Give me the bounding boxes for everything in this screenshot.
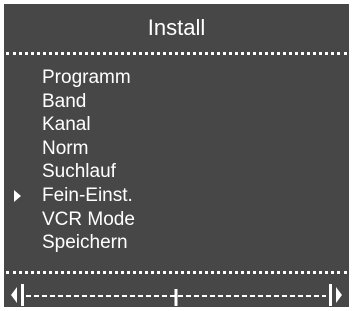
selection-cursor-icon (14, 189, 21, 202)
slider-thumb[interactable] (174, 289, 178, 306)
menu-item-suchlauf[interactable]: Suchlauf (4, 160, 349, 184)
install-menu-panel: Install Programm Band Kanal Norm Suchlau… (0, 0, 353, 311)
menu-item-label: Fein-Einst. (42, 184, 133, 206)
menu-item-vcr-mode[interactable]: VCR Mode (4, 208, 349, 232)
menu-item-label: VCR Mode (42, 208, 135, 230)
menu-item-kanal[interactable]: Kanal (4, 113, 349, 137)
arrow-left-icon[interactable] (11, 287, 17, 303)
menu-item-norm[interactable]: Norm (4, 137, 349, 161)
title-bar: Install (4, 4, 349, 52)
menu-item-label: Kanal (42, 114, 91, 136)
menu-item-label: Speichern (42, 232, 128, 254)
top-divider (6, 52, 347, 55)
fine-tuning-slider[interactable] (4, 280, 349, 310)
slider-left-stop (21, 284, 24, 306)
install-menu-list: Programm Band Kanal Norm Suchlauf Fein-E… (4, 66, 349, 255)
menu-item-label: Band (42, 90, 87, 112)
menu-title: Install (147, 15, 206, 40)
bottom-divider (6, 271, 347, 274)
menu-item-band[interactable]: Band (4, 90, 349, 114)
menu-item-label: Norm (42, 137, 89, 159)
slider-right-stop (329, 284, 332, 306)
menu-item-programm[interactable]: Programm (4, 66, 349, 90)
arrow-right-icon[interactable] (336, 287, 342, 303)
menu-item-fein-einst[interactable]: Fein-Einst. (4, 184, 349, 208)
menu-item-speichern[interactable]: Speichern (4, 231, 349, 255)
menu-item-label: Programm (42, 67, 131, 88)
menu-item-label: Suchlauf (42, 161, 116, 183)
